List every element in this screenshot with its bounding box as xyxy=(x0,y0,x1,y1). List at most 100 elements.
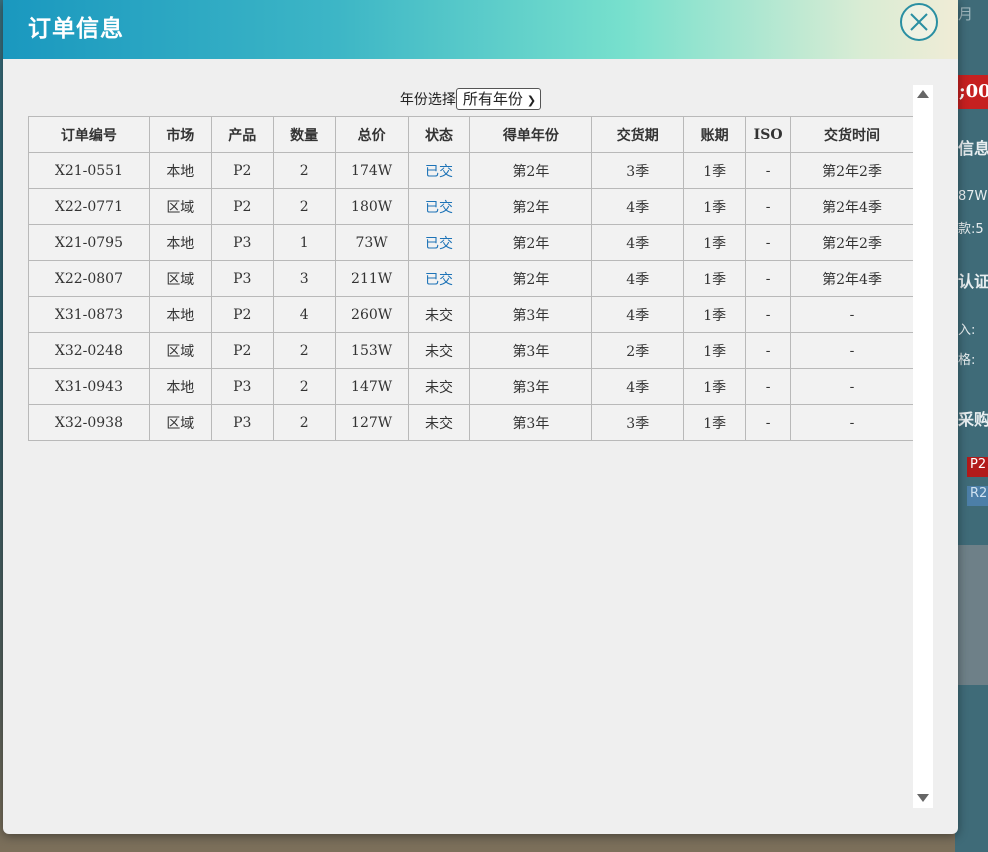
cell-market: 区域 xyxy=(148,188,212,225)
cell-quantity: 2 xyxy=(272,404,336,441)
cell-market: 本地 xyxy=(148,224,212,261)
cell-total-price: 73W xyxy=(334,224,409,261)
background-text: 87W xyxy=(958,189,988,204)
cell-iso: - xyxy=(745,332,792,369)
background-block xyxy=(955,545,988,685)
cell-delivery-time: - xyxy=(790,332,914,369)
cell-quantity: 2 xyxy=(272,188,336,225)
cell-delivery-time: 第2年4季 xyxy=(790,188,914,225)
cell-delivery-period: 4季 xyxy=(591,368,685,405)
cell-quantity: 1 xyxy=(272,224,336,261)
cell-payment-term: 1季 xyxy=(683,188,747,225)
cell-order-id: X21-0551 xyxy=(28,152,150,189)
cell-payment-term: 1季 xyxy=(683,332,747,369)
cell-delivery-time: 第2年4季 xyxy=(790,260,914,297)
cell-iso: - xyxy=(745,224,792,261)
cell-status[interactable]: 已交 xyxy=(407,260,471,297)
cell-delivery-period: 3季 xyxy=(591,152,685,189)
scroll-up-arrow-icon[interactable] xyxy=(917,90,929,98)
year-select-value: 所有年份 xyxy=(462,90,523,108)
cell-payment-term: 1季 xyxy=(683,368,747,405)
table-header-row: 订单编号 市场 产品 数量 总价 状态 得单年份 交货期 账期 ISO 交货时间 xyxy=(28,116,914,153)
cell-delivery-time: 第2年2季 xyxy=(790,152,914,189)
cell-order-year: 第2年 xyxy=(469,152,593,189)
cell-order-id: X22-0771 xyxy=(28,188,150,225)
cell-order-year: 第3年 xyxy=(469,296,593,333)
background-text: 认证 xyxy=(958,272,988,291)
chevron-down-icon: ❯ xyxy=(526,94,537,107)
cell-market: 本地 xyxy=(148,152,212,189)
year-select[interactable]: 所有年份 ❯ xyxy=(455,88,542,110)
cell-product: P3 xyxy=(210,260,274,297)
cell-delivery-period: 3季 xyxy=(591,404,685,441)
table-row: X31-0873 本地 P2 4 260W 未交 第3年 4季 1季 - - xyxy=(28,296,914,333)
cell-delivery-time: - xyxy=(790,404,914,441)
cell-status[interactable]: 已交 xyxy=(407,188,471,225)
cell-status: 未交 xyxy=(407,296,471,333)
cell-status[interactable]: 已交 xyxy=(407,224,471,261)
column-header: 账期 xyxy=(683,116,747,153)
column-header: 产品 xyxy=(210,116,274,153)
cell-order-id: X31-0943 xyxy=(28,368,150,405)
vertical-scrollbar[interactable] xyxy=(913,85,933,808)
cell-delivery-period: 4季 xyxy=(591,188,685,225)
cell-product: P3 xyxy=(210,224,274,261)
column-header: 交货时间 xyxy=(790,116,914,153)
year-filter-label: 年份选择 xyxy=(399,92,456,108)
background-text: 款:5 xyxy=(958,222,984,237)
background-text: 月 xyxy=(958,5,974,23)
close-button[interactable] xyxy=(900,3,938,41)
column-header: 订单编号 xyxy=(28,116,150,153)
cell-order-id: X31-0873 xyxy=(28,296,150,333)
cell-total-price: 260W xyxy=(334,296,409,333)
cell-total-price: 153W xyxy=(334,332,409,369)
background-badge: R2 xyxy=(967,486,988,506)
cell-order-year: 第2年 xyxy=(469,224,593,261)
cell-status[interactable]: 已交 xyxy=(407,152,471,189)
cell-order-id: X32-0938 xyxy=(28,404,150,441)
cell-payment-term: 1季 xyxy=(683,404,747,441)
cell-order-id: X22-0807 xyxy=(28,260,150,297)
cell-payment-term: 1季 xyxy=(683,296,747,333)
cell-market: 本地 xyxy=(148,368,212,405)
column-header: 总价 xyxy=(334,116,409,153)
cell-delivery-time: - xyxy=(790,368,914,405)
cell-delivery-period: 2季 xyxy=(591,332,685,369)
order-info-modal: 订单信息 年份选择 所有年份 ❯ 订单编号 市场 产品 数量 总价 状态 得单年份 xyxy=(3,0,958,834)
cell-payment-term: 1季 xyxy=(683,260,747,297)
table-row: X31-0943 本地 P3 2 147W 未交 第3年 4季 1季 - - xyxy=(28,368,914,405)
cell-iso: - xyxy=(745,296,792,333)
cell-iso: - xyxy=(745,260,792,297)
cell-total-price: 180W xyxy=(334,188,409,225)
cell-order-year: 第2年 xyxy=(469,188,593,225)
cell-order-id: X21-0795 xyxy=(28,224,150,261)
cell-iso: - xyxy=(745,188,792,225)
table-row: X21-0795 本地 P3 1 73W 已交 第2年 4季 1季 - 第2年2季 xyxy=(28,224,914,261)
cell-order-year: 第3年 xyxy=(469,368,593,405)
cell-market: 区域 xyxy=(148,332,212,369)
cell-delivery-time: 第2年2季 xyxy=(790,224,914,261)
cell-product: P2 xyxy=(210,152,274,189)
cell-market: 区域 xyxy=(148,260,212,297)
close-icon xyxy=(910,13,928,31)
cell-status: 未交 xyxy=(407,368,471,405)
cell-order-year: 第3年 xyxy=(469,404,593,441)
modal-header: 订单信息 xyxy=(3,0,958,59)
cell-order-id: X32-0248 xyxy=(28,332,150,369)
cell-iso: - xyxy=(745,368,792,405)
column-header: ISO xyxy=(745,116,792,153)
cell-iso: - xyxy=(745,152,792,189)
background-text: 格: xyxy=(958,353,976,368)
cell-product: P3 xyxy=(210,368,274,405)
cell-order-year: 第2年 xyxy=(469,260,593,297)
cell-delivery-period: 4季 xyxy=(591,260,685,297)
column-header: 市场 xyxy=(148,116,212,153)
cell-iso: - xyxy=(745,404,792,441)
background-badge: P2 xyxy=(967,457,988,477)
scroll-down-arrow-icon[interactable] xyxy=(917,794,929,802)
cell-total-price: 174W xyxy=(334,152,409,189)
table-row: X22-0771 区域 P2 2 180W 已交 第2年 4季 1季 - 第2年4季 xyxy=(28,188,914,225)
cell-status: 未交 xyxy=(407,404,471,441)
cell-status: 未交 xyxy=(407,332,471,369)
column-header: 得单年份 xyxy=(469,116,593,153)
